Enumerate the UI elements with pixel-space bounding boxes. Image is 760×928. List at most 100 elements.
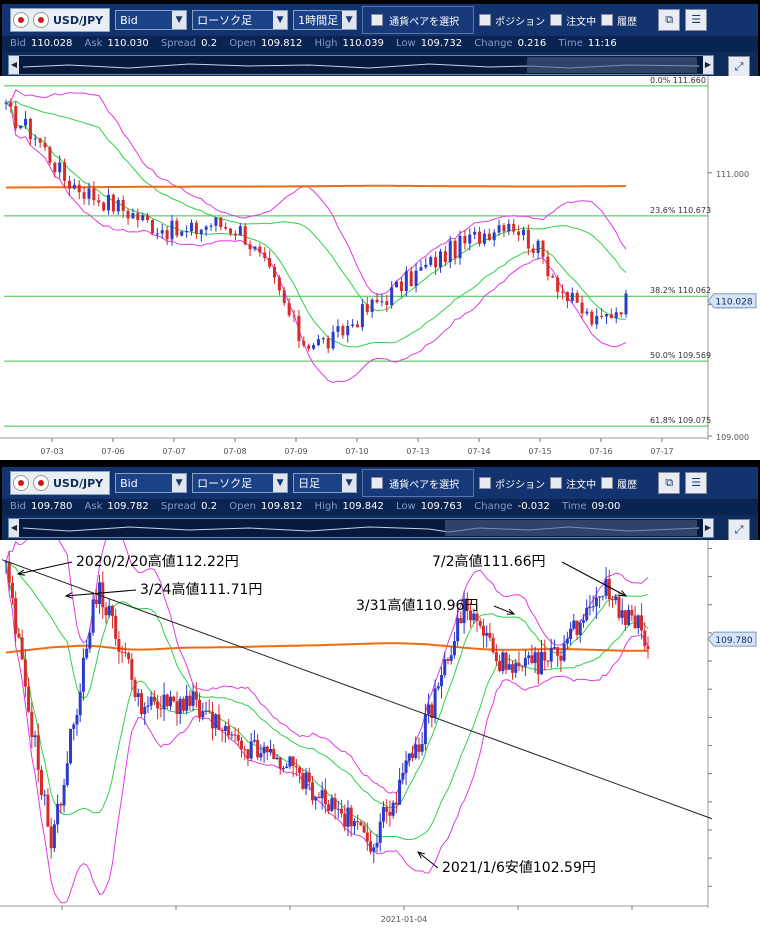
candle-body xyxy=(160,230,164,234)
period-select[interactable]: 日足 ▼ xyxy=(293,473,358,493)
candle-body xyxy=(246,749,250,759)
current-price-label: 109.780 xyxy=(715,636,752,646)
toggle-orders[interactable]: 注文中 xyxy=(550,13,596,28)
symbol-selector[interactable]: USD/JPY xyxy=(10,471,111,495)
candle-body xyxy=(365,304,369,312)
candle-body xyxy=(78,691,82,716)
candle-body xyxy=(375,299,379,303)
candle-body xyxy=(633,615,637,629)
candle-body xyxy=(214,217,218,226)
candle-body xyxy=(351,324,355,326)
candle-body xyxy=(272,748,276,760)
candle-body xyxy=(150,220,154,234)
toggle-history[interactable]: 履歴 xyxy=(601,476,637,491)
candle-body xyxy=(572,620,576,629)
toggle-position[interactable]: ポジション xyxy=(479,476,545,491)
select-pair-label: 通貨ペアを選択 xyxy=(389,16,460,28)
chart-type-select[interactable]: ローソク足 ▼ xyxy=(192,10,289,30)
candle-body xyxy=(559,655,563,661)
chart-type-select[interactable]: ローソク足 ▼ xyxy=(192,473,289,493)
spread-value: 0.2 xyxy=(201,38,218,49)
navigator-scrollbar[interactable]: ◀ ▶ xyxy=(8,518,714,538)
candle-body xyxy=(531,248,535,253)
candle-body xyxy=(194,222,198,235)
price-type-select[interactable]: Bid ▼ xyxy=(115,10,188,30)
candle-body xyxy=(24,118,28,126)
candle-body xyxy=(72,184,76,189)
candle-body xyxy=(19,125,23,129)
candle-body xyxy=(380,301,384,303)
candle-body xyxy=(136,213,140,221)
candle-body xyxy=(527,655,531,659)
candle-body xyxy=(104,607,108,616)
candle-body xyxy=(48,147,52,163)
chart-settings-icon[interactable]: ⧉ xyxy=(658,472,681,494)
candle-body xyxy=(292,315,296,317)
candle-body xyxy=(91,599,95,633)
candle-body xyxy=(604,578,608,596)
candle-body xyxy=(390,287,394,305)
zoom-icon[interactable]: ⤢ xyxy=(728,519,750,541)
candle-body xyxy=(326,338,330,349)
navigator-line xyxy=(22,520,700,536)
scroll-right-icon[interactable]: ▶ xyxy=(703,519,713,537)
scroll-left-icon[interactable]: ◀ xyxy=(9,519,19,537)
candle-body xyxy=(75,715,79,725)
candle-body xyxy=(399,281,403,292)
select-pair-button[interactable]: 通貨ペアを選択 xyxy=(362,469,475,497)
price-type-select[interactable]: Bid ▼ xyxy=(115,473,188,493)
high-value: 109.842 xyxy=(342,501,384,512)
chart-list-icon[interactable]: ☰ xyxy=(685,9,708,31)
chart-type-value: ローソク足 xyxy=(197,477,253,490)
scroll-left-icon[interactable]: ◀ xyxy=(9,56,19,74)
navigator-scrollbar[interactable]: ◀ ▶ xyxy=(8,55,714,75)
current-price-label: 110.028 xyxy=(715,298,752,308)
candle-body xyxy=(523,658,527,667)
chart-list-icon[interactable]: ☰ xyxy=(685,472,708,494)
candle-body xyxy=(360,304,364,328)
jp-flag-icon xyxy=(33,475,49,491)
candle-body xyxy=(630,609,634,616)
chevron-down-icon: ▼ xyxy=(273,474,288,492)
toggle-label: 注文中 xyxy=(566,479,597,491)
toggle-orders[interactable]: 注文中 xyxy=(550,476,596,491)
chart-settings-icon[interactable]: ⧉ xyxy=(658,9,681,31)
candle-body xyxy=(94,599,98,605)
candle-body xyxy=(541,240,545,257)
candle-body xyxy=(281,768,285,770)
bid-value: 110.028 xyxy=(31,38,73,49)
scroll-right-icon[interactable]: ▶ xyxy=(703,56,713,74)
candle-body xyxy=(69,728,73,764)
select-pair-button[interactable]: 通貨ペアを選択 xyxy=(362,6,475,34)
info-label: Change xyxy=(474,501,513,512)
candle-body xyxy=(578,622,582,635)
candle-body xyxy=(240,740,244,750)
candle-body xyxy=(126,210,130,219)
checkbox-icon xyxy=(601,14,614,26)
candle-body xyxy=(609,314,613,319)
candle-body xyxy=(340,808,344,814)
candle-body xyxy=(310,782,314,801)
candle-body xyxy=(259,753,263,758)
candle-body xyxy=(307,772,311,783)
candle-body xyxy=(110,605,114,616)
candle-body xyxy=(346,807,350,827)
candle-body xyxy=(627,609,631,625)
toggle-history[interactable]: 履歴 xyxy=(601,13,637,28)
candle-body xyxy=(533,652,537,664)
candle-body xyxy=(191,691,195,706)
candle-body xyxy=(297,315,301,342)
zoom-icon[interactable]: ⤢ xyxy=(728,56,750,78)
period-select[interactable]: 1時間足 ▼ xyxy=(293,10,358,30)
checkbox-icon xyxy=(550,14,563,26)
candle-body xyxy=(7,561,11,583)
candle-body xyxy=(521,229,525,236)
candle-body xyxy=(482,233,486,244)
candle-body xyxy=(282,290,286,304)
candle-body xyxy=(591,606,595,608)
period-value: 日足 xyxy=(298,477,321,490)
checkbox-icon xyxy=(371,14,384,26)
toggle-position[interactable]: ポジション xyxy=(479,13,545,28)
symbol-selector[interactable]: USD/JPY xyxy=(10,8,111,32)
candle-body xyxy=(352,821,356,827)
